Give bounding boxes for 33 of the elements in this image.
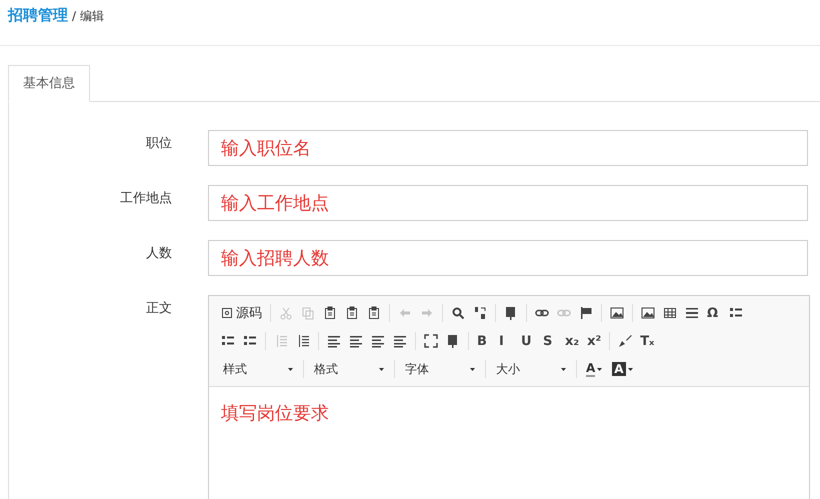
caret-icon (470, 368, 475, 370)
format-button[interactable]: S (539, 329, 561, 353)
field-label: 正文 (145, 300, 173, 317)
breadcrumb-current: 编辑 (80, 8, 104, 25)
format-button[interactable]: U (517, 329, 539, 353)
dropdown[interactable]: 字体 (399, 357, 481, 381)
field-label: 职位 (145, 135, 173, 152)
document-icon (221, 307, 233, 319)
caret-icon (561, 368, 566, 370)
dropdown[interactable]: 格式 (308, 357, 390, 381)
input-field[interactable]: 输入工作地点 (208, 185, 808, 221)
tab[interactable]: 基本信息 (8, 65, 90, 102)
format-button[interactable]: B (473, 329, 495, 353)
field-label: 工作地点 (119, 190, 173, 207)
format-button[interactable]: x₂ (561, 329, 584, 353)
breadcrumb-separator: / (72, 9, 76, 23)
format-button[interactable]: x² (583, 329, 606, 353)
caret-icon (379, 368, 384, 370)
source-button[interactable]: 源码 (217, 301, 266, 325)
dropdown[interactable]: 样式 (217, 357, 299, 381)
text-color-button[interactable]: A (581, 357, 608, 381)
format-button[interactable]: Tₓ (636, 329, 658, 353)
caret-icon (628, 368, 633, 370)
caret-icon (288, 368, 293, 370)
input-field[interactable]: 输入招聘人数 (208, 240, 808, 276)
background-color-button[interactable]: A (607, 357, 638, 381)
format-button[interactable]: I (495, 329, 517, 353)
dropdown[interactable]: 大小 (490, 357, 572, 381)
format-button[interactable]: Ω (703, 301, 725, 325)
caret-icon (597, 368, 602, 370)
input-field[interactable]: 输入职位名 (208, 130, 808, 166)
editor-content[interactable]: 填写岗位要求 (209, 387, 809, 499)
field-label: 人数 (145, 245, 173, 262)
